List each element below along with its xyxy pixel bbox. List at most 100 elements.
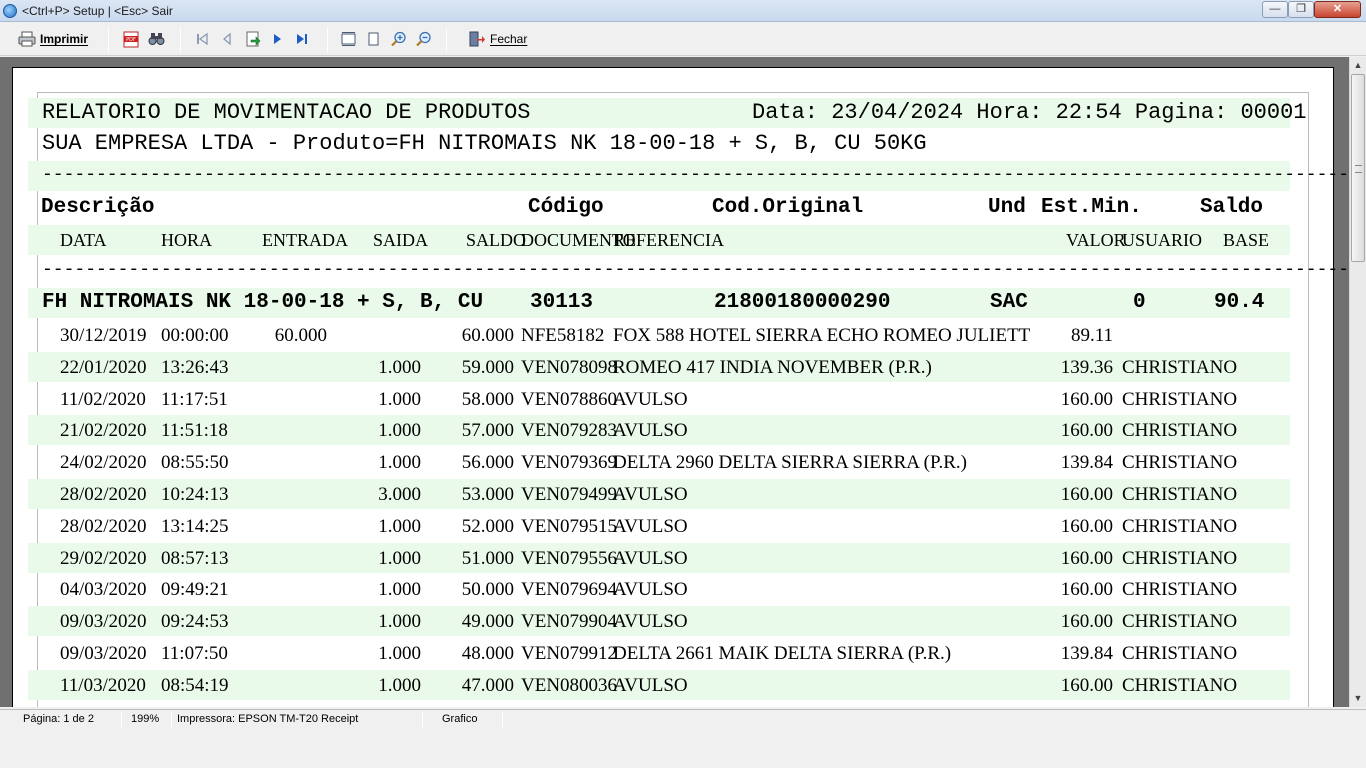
movement-ref: ROMEO 417 INDIA NOVEMBER (P.R.) xyxy=(613,356,932,378)
report-subtitle-row: SUA EMPRESA LTDA - Produto=FH NITROMAIS … xyxy=(28,129,1290,159)
movement-ref: DELTA 2661 MAIK DELTA SIERRA (P.R.) xyxy=(613,643,952,664)
movement-usuario: CHRISTIANO xyxy=(1122,611,1238,633)
movement-data: 28/02/2020 xyxy=(60,515,147,537)
close-button[interactable]: Fechar xyxy=(468,28,527,50)
product-und: SAC xyxy=(990,291,1028,314)
movement-ref: AVULSO xyxy=(613,388,688,410)
movement-valor: 160.00 xyxy=(1060,484,1113,505)
movement-doc: VEN079499 xyxy=(521,484,618,505)
movement-row: 29/02/2020 08:57:13 1.000 51.000 VEN079556 AV… xyxy=(28,542,1290,573)
toolbar-separator xyxy=(108,28,109,52)
movement-saldo: 53.000 xyxy=(461,484,514,505)
go-to-page-button[interactable] xyxy=(245,28,261,50)
header-und: Und xyxy=(988,196,1026,219)
col-saldo: SALDO xyxy=(466,230,527,250)
movement-saldo: 50.000 xyxy=(461,579,514,601)
movement-saida: 1.000 xyxy=(378,388,421,410)
scroll-up-button[interactable]: ▲ xyxy=(1350,57,1366,73)
product-est-min: 0 xyxy=(1133,291,1146,314)
col-data: DATA xyxy=(60,230,107,250)
whole-page-icon xyxy=(367,31,380,47)
status-zoom: 199% xyxy=(131,713,160,725)
movement-saida: 1.000 xyxy=(378,611,421,633)
status-page: Página: 1 de 2 xyxy=(23,713,94,725)
report-date-info: Data: 23/04/2024 Hora: 22:54 Pagina: 000… xyxy=(752,100,1307,125)
movement-hora: 13:26:43 xyxy=(161,356,229,378)
report-viewport[interactable]: RELATORIO DE MOVIMENTACAO DE PRODUTOS Da… xyxy=(0,57,1349,707)
movement-usuario: CHRISTIANO xyxy=(1122,579,1238,601)
movement-doc: VEN079904 xyxy=(521,611,618,633)
product-cod-original: 21800180000290 xyxy=(714,291,891,314)
maximize-button[interactable]: ❐ xyxy=(1288,1,1314,18)
toolbar: Imprimir PDF Fechar xyxy=(0,22,1366,56)
movement-data: 30/12/2019 xyxy=(60,325,147,346)
scroll-thumb[interactable] xyxy=(1351,74,1365,262)
movement-usuario: CHRISTIANO xyxy=(1122,388,1238,410)
movement-saida: 1.000 xyxy=(378,356,421,378)
page-width-button[interactable] xyxy=(340,28,357,50)
movement-row: 30/12/2019 00:00:00 60.000 60.000 NFE58182 FO… xyxy=(28,320,1290,350)
col-referencia: REFERENCIA xyxy=(613,230,725,250)
printer-icon xyxy=(18,31,36,47)
zoom-in-button[interactable] xyxy=(390,28,407,50)
zoom-in-icon xyxy=(390,31,407,48)
movement-ref: AVULSO xyxy=(613,611,688,633)
movement-row: 04/03/2020 09:49:21 1.000 50.000 VEN079694 AV… xyxy=(28,574,1290,604)
movement-doc: VEN079515 xyxy=(521,515,618,537)
movement-saldo: 48.000 xyxy=(461,643,514,664)
status-separator xyxy=(422,712,423,728)
go-to-page-icon xyxy=(245,31,261,47)
movement-valor: 139.36 xyxy=(1060,356,1113,378)
movement-valor: 160.00 xyxy=(1060,420,1113,442)
movement-saldo: 60.000 xyxy=(461,325,514,346)
product-row: FH NITROMAIS NK 18-00-18 + S, B, CU 3011… xyxy=(28,288,1290,318)
movement-usuario: CHRISTIANO xyxy=(1122,420,1238,442)
zoom-out-button[interactable] xyxy=(415,28,432,50)
movement-ref: DELTA 2960 DELTA SIERRA SIERRA (P.R.) xyxy=(613,452,967,474)
first-page-button[interactable] xyxy=(195,28,209,50)
movement-usuario: CHRISTIANO xyxy=(1122,547,1238,569)
movement-row: 11/02/2020 11:17:51 1.000 58.000 VEN078860 AV… xyxy=(28,384,1290,414)
movement-data: 11/02/2020 xyxy=(60,388,146,410)
movement-saida: 1.000 xyxy=(378,674,421,696)
movement-valor: 139.84 xyxy=(1060,643,1113,664)
next-page-button[interactable] xyxy=(271,28,283,50)
previous-page-button[interactable] xyxy=(221,28,233,50)
header-saldo: Saldo xyxy=(1200,196,1264,219)
toolbar-separator xyxy=(446,28,447,52)
movement-saldo: 56.000 xyxy=(461,452,514,474)
movement-doc: VEN080036 xyxy=(521,674,618,696)
close-window-button[interactable]: ✕ xyxy=(1314,1,1361,18)
product-saldo: 90.4 xyxy=(1214,291,1265,314)
movement-ref: AVULSO xyxy=(613,420,688,442)
window-title: <Ctrl+P> Setup | <Esc> Sair xyxy=(22,4,173,18)
minimize-button[interactable]: — xyxy=(1262,1,1288,18)
column-header-row: DATA HORA ENTRADA SAIDA SALDO DOCUMENTO … xyxy=(28,225,1290,255)
movement-usuario: CHRISTIANO xyxy=(1122,484,1238,505)
last-page-button[interactable] xyxy=(295,28,309,50)
header-est-min: Est.Min. xyxy=(1041,196,1142,219)
movement-ref: AVULSO xyxy=(613,674,688,696)
movement-doc: VEN079369 xyxy=(521,452,618,474)
export-pdf-button[interactable]: PDF xyxy=(123,28,139,50)
separator-row: ----------------------------------------… xyxy=(28,161,1349,191)
movement-hora: 00:00:00 xyxy=(161,325,229,346)
movement-ref: AVULSO xyxy=(613,515,688,537)
vertical-scrollbar[interactable]: ▲ ▼ xyxy=(1349,57,1366,707)
print-button[interactable]: Imprimir xyxy=(18,28,88,50)
scroll-down-button[interactable]: ▼ xyxy=(1350,690,1366,706)
movement-valor: 139.84 xyxy=(1060,452,1113,474)
whole-page-button[interactable] xyxy=(367,28,380,50)
col-saida: SAIDA xyxy=(373,230,429,250)
movement-saldo: 52.000 xyxy=(461,515,514,537)
col-hora: HORA xyxy=(161,230,213,250)
product-codigo: 30113 xyxy=(530,291,594,314)
find-button[interactable] xyxy=(148,28,165,50)
movement-usuario: CHRISTIANO xyxy=(1122,452,1238,474)
movement-row: 09/03/2020 11:07:50 1.000 48.000 VEN079912 DE… xyxy=(28,638,1290,668)
movement-ref: AVULSO xyxy=(613,547,688,569)
movement-doc: VEN079283 xyxy=(521,420,618,442)
header-cod-original: Cod.Original xyxy=(712,196,864,219)
movement-hora: 08:57:13 xyxy=(161,547,229,569)
report-title: RELATORIO DE MOVIMENTACAO DE PRODUTOS xyxy=(42,100,531,125)
